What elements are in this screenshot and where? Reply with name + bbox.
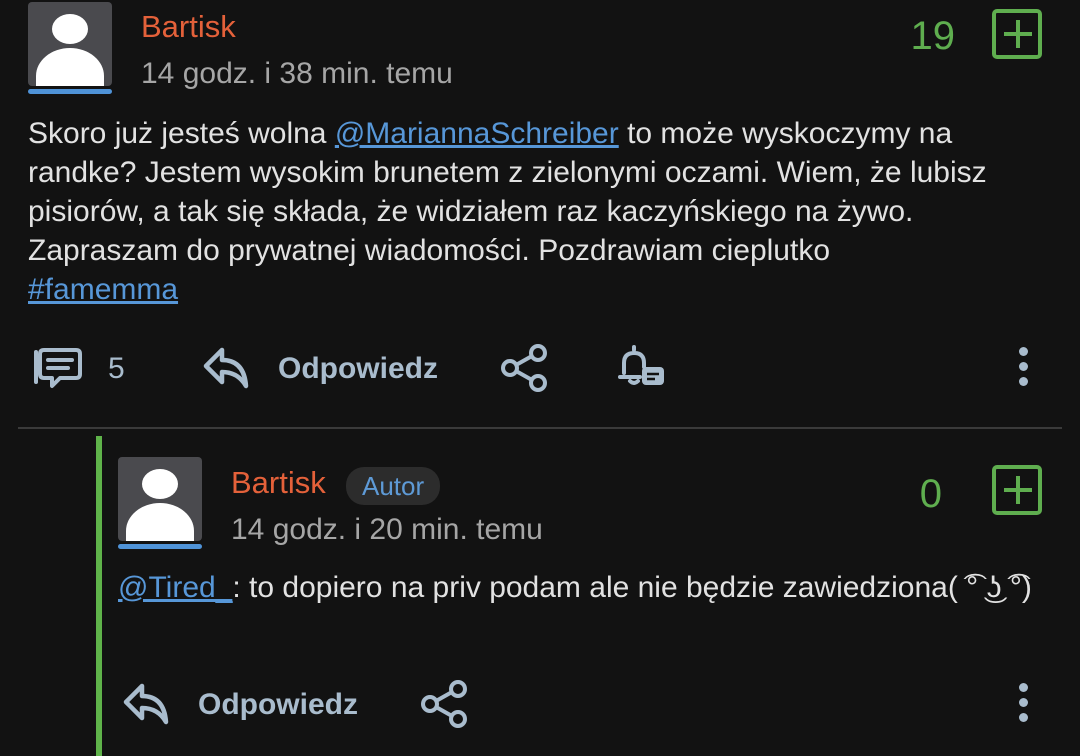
bell-message-icon[interactable] <box>616 343 668 391</box>
reply-button[interactable]: Odpowiedz <box>278 352 438 386</box>
divider <box>18 427 1062 429</box>
reply-avatar[interactable] <box>118 457 202 541</box>
reply-upvote-button[interactable] <box>992 465 1042 515</box>
reply-avatar-underline <box>118 544 202 549</box>
comments-icon[interactable] <box>30 346 84 390</box>
reply-author-name[interactable]: Bartisk <box>231 465 326 501</box>
author-name[interactable]: Bartisk <box>141 9 236 45</box>
avatar[interactable] <box>28 2 112 86</box>
mention-link[interactable]: @MariannaSchreiber <box>335 117 619 150</box>
post-text-start: Skoro już jesteś wolna <box>28 117 335 150</box>
reply-mention-link[interactable]: @Tired_ <box>118 571 232 604</box>
share-icon[interactable] <box>500 343 550 393</box>
vote-count: 19 <box>910 14 956 58</box>
thread-line <box>96 436 102 756</box>
reply-timestamp: 14 godz. i 20 min. temu <box>231 513 543 546</box>
post-body: Skoro już jesteś wolna @MariannaSchreibe… <box>28 114 1048 309</box>
reply-body: @Tired_: to dopiero na priv podam ale ni… <box>118 568 1058 607</box>
share-icon[interactable] <box>420 679 470 729</box>
entry-view: Bartisk 14 godz. i 38 min. temu 19 Skoro… <box>0 0 1080 756</box>
more-vertical-icon[interactable] <box>1019 347 1028 392</box>
post-timestamp: 14 godz. i 38 min. temu <box>141 57 453 90</box>
reply-arrow-icon[interactable] <box>202 344 252 392</box>
upvote-button[interactable] <box>992 9 1042 59</box>
reply-text: : to dopiero na priv podam ale nie będzi… <box>232 571 1032 604</box>
avatar-underline <box>28 89 112 94</box>
hashtag-link[interactable]: #famemma <box>28 273 178 306</box>
reply-vote-count: 0 <box>919 472 942 516</box>
reply-arrow-icon[interactable] <box>122 680 172 728</box>
author-badge: Autor <box>346 467 441 505</box>
reply-reply-button[interactable]: Odpowiedz <box>198 688 358 722</box>
comments-count[interactable]: 5 <box>108 352 125 386</box>
more-vertical-icon[interactable] <box>1019 683 1028 728</box>
